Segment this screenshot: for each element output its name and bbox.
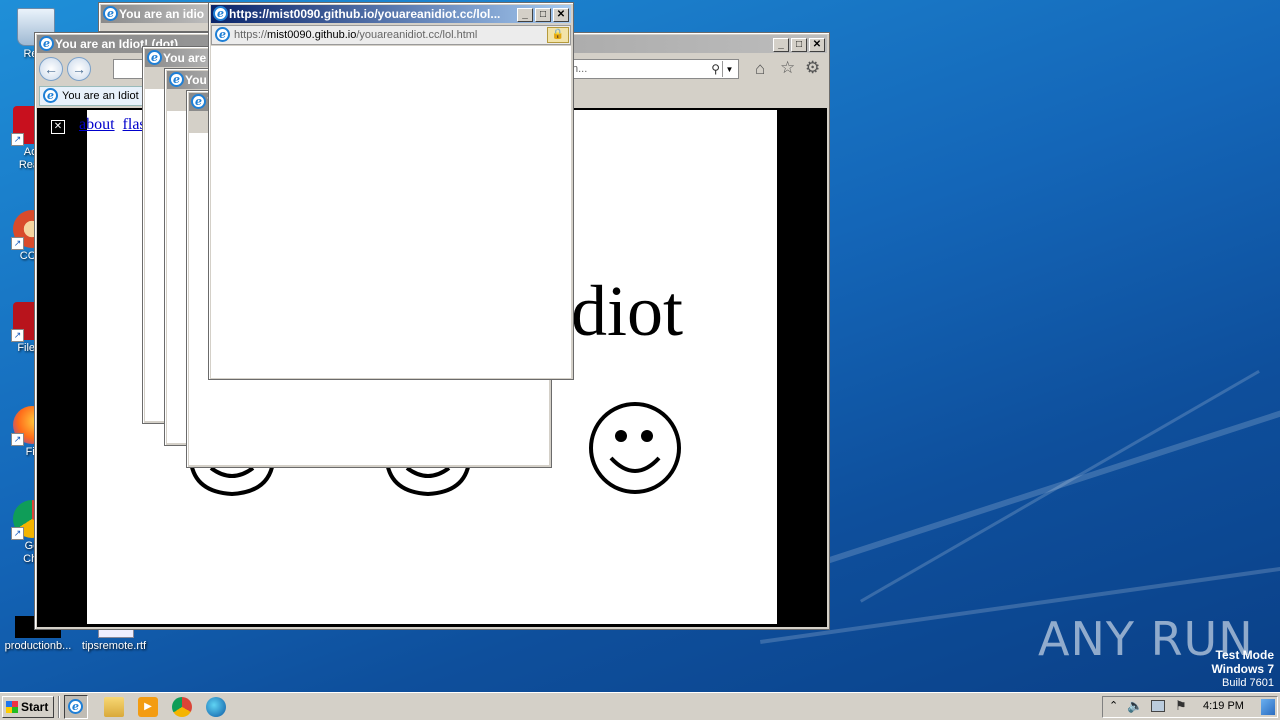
ie-icon: e [103,6,118,21]
taskbar: Start e ▶ ⌃ 🔈 ⚑ 4:19 PM [0,692,1280,720]
address-path: /youareanidiot.cc/lol.html [356,29,478,41]
address-prefix: https:// [234,29,268,41]
address-host: mist0090.github.io [267,29,357,41]
ie-icon: e [68,699,83,714]
address-bar[interactable] [113,59,143,79]
volume-icon[interactable]: 🔈 [1127,698,1143,714]
test-mode-line1: Test Mode [1215,648,1274,662]
explorer-folder-icon[interactable] [104,697,124,717]
popup-titlebar[interactable]: e You are an idio [101,5,211,23]
test-mode-line3: Build 7601 [1222,677,1274,689]
window-controls: _ □ ✕ [517,8,569,22]
popup-titlebar[interactable]: e https://mist0090.github.io/youareanidi… [211,5,571,23]
clock[interactable]: 4:19 PM [1203,700,1244,712]
page-heading: diot [571,271,684,351]
popup-window-front[interactable]: e https://mist0090.github.io/youareanidi… [208,2,574,380]
popup-body [211,46,571,378]
network-icon[interactable] [1151,700,1165,712]
system-tray: ⌃ 🔈 ⚑ 4:19 PM [1102,696,1278,718]
tab-you-are-an-idiot[interactable]: e You are an Idiot [39,86,147,106]
window-controls: _ □ ✕ [773,38,825,52]
popup-title: https://mist0090.github.io/youareanidiot… [229,7,501,21]
back-button[interactable]: ← [39,57,63,81]
test-mode-line2: Windows 7 [1211,662,1274,676]
media-player-icon[interactable]: ▶ [138,697,158,717]
edge-icon[interactable] [206,697,226,717]
search-box[interactable]: h... ⚲ ▼ [567,59,739,79]
close-button[interactable]: ✕ [809,38,825,52]
tab-label: You are an Idiot [62,90,139,102]
start-label: Start [21,700,49,714]
desktop-icon-label: productionb... [4,640,72,652]
popup-title: You are an idio [119,7,205,21]
ie-icon: e [43,88,58,103]
show-hidden-icons-icon[interactable]: ⌃ [1109,699,1118,712]
ie-icon: e [147,50,162,65]
show-desktop-button[interactable] [1261,699,1275,715]
minimize-button[interactable]: _ [517,8,533,22]
action-center-flag-icon[interactable]: ⚑ [1175,698,1187,714]
ie-icon: e [191,94,206,109]
home-icon[interactable]: ⌂ [755,59,765,79]
quick-launch-separator [58,696,60,718]
search-placeholder: h... [572,63,588,75]
ie-icon: e [213,6,228,21]
search-dropdown-icon[interactable]: ▼ [722,61,736,77]
forward-button[interactable]: → [67,57,91,81]
taskbar-ie-button[interactable]: e [64,695,88,719]
about-link[interactable]: about [79,116,115,133]
popup-title: You [185,73,207,87]
settings-gear-icon[interactable]: ⚙ [805,58,820,78]
chrome-icon[interactable] [172,697,192,717]
start-button[interactable]: Start [2,696,54,718]
search-icon[interactable]: ⚲ [711,60,720,78]
close-overlay-icon[interactable]: ✕ [51,120,65,134]
ie-icon: e [215,27,230,42]
favorites-star-icon[interactable]: ☆ [780,58,795,78]
popup-title: You are [163,51,207,65]
popup-window-back[interactable]: e You are an idio [98,2,214,32]
desktop-icon-label: tipsremote.rtf [81,640,147,652]
maximize-button[interactable]: □ [535,8,551,22]
ie-icon: e [39,36,54,51]
smiley-right-icon [589,402,681,494]
lock-icon[interactable]: 🔒 [547,27,569,43]
popup-address-bar[interactable]: e https://mist0090.github.io/youareanidi… [211,25,571,45]
close-button[interactable]: ✕ [553,8,569,22]
test-mode-notice: Test Mode Windows 7 Build 7601 [1211,648,1274,690]
maximize-button[interactable]: □ [791,38,807,52]
windows-logo-icon [6,701,18,713]
ie-icon: e [169,72,184,87]
minimize-button[interactable]: _ [773,38,789,52]
